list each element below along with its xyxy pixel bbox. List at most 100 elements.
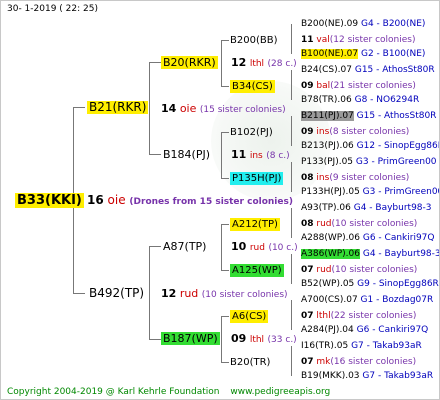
gen5-ref-14: G6 - Cankiri97Q	[356, 325, 429, 335]
connector	[221, 132, 229, 133]
gen5-ref-8: G3 - PrimGreen00	[362, 187, 440, 197]
connector	[291, 346, 292, 376]
gen4-line-1: val	[316, 35, 330, 45]
gen5-ref-11: G4 - Bayburt98-3	[362, 249, 440, 259]
gen5-name-13: A700(CS).07	[301, 295, 358, 305]
gen4-note-6: (10 sister colonies)	[331, 265, 418, 275]
gen4-info-1: 11 val(12 sister colonies)	[301, 34, 415, 47]
gen5-name-2: B100(NE).07	[301, 49, 359, 59]
gen4-year-1: 11	[301, 35, 314, 45]
gen5-name-11: A386(WP).06	[301, 249, 360, 259]
gen5-ref-15: G7 - Takab93aR	[351, 341, 422, 351]
gen4-line-2: bal	[316, 81, 331, 91]
gen5-name-10: A288(WP).06	[301, 233, 360, 243]
connector	[221, 86, 229, 87]
gen5-entry-14: A284(PJ).04 G6 - Cankiri97Q	[301, 324, 428, 337]
gen4-info-6: 07 rud(10 sister colonies)	[301, 264, 417, 277]
gen4-line-8: mk	[316, 357, 331, 367]
gen4-note-7: (22 sister colonies)	[330, 311, 417, 321]
gen4-line-6: rud	[316, 265, 332, 275]
gen4-info-5: 08 rud(10 sister colonies)	[301, 218, 417, 231]
gen2-line-2: rud	[179, 287, 199, 300]
gen5-name-16: B19(MKK).03	[301, 371, 360, 381]
gen5-entry-8: P133H(PJ).05 G3 - PrimGreen00	[301, 186, 440, 199]
gen4-info-7: 07 lthl(22 sister colonies)	[301, 310, 416, 323]
gen5-name-9: A93(TP).06	[301, 203, 351, 213]
gen5-name-6: B213(PJ).06	[301, 141, 354, 151]
gen5-name-14: A284(PJ).04	[301, 325, 354, 335]
gen5-ref-10: G6 - Cankiri97Q	[362, 233, 435, 243]
connector	[291, 116, 292, 146]
connector	[221, 224, 222, 270]
root-line: oie	[107, 193, 126, 207]
gen3-note-3: (10 c.)	[268, 243, 298, 253]
connector	[149, 62, 161, 63]
connector	[73, 293, 85, 294]
copyright-text: Copyright 2004-2019 @ Karl Kehrle Founda…	[7, 387, 220, 397]
gen2-year-2: 12	[161, 287, 177, 300]
gen2-info-1: 14 oie (15 sister colonies)	[161, 102, 286, 117]
root-year: 16	[87, 193, 104, 207]
gen4-note-1: (12 sister colonies)	[329, 35, 416, 45]
gen4-info-8: 07 mk(16 sister colonies)	[301, 356, 416, 369]
connector	[221, 40, 222, 86]
gen4-queen-4: P135H(PJ)	[230, 172, 284, 185]
gen5-name-15: I16(TR).05	[301, 341, 349, 351]
gen4-queen-8: B20(TR)	[230, 357, 271, 368]
gen3-note-1: (28 c.)	[267, 59, 297, 69]
gen5-name-7: P133(PJ).05	[301, 157, 354, 167]
gen4-line-4: ins	[316, 173, 330, 183]
gen2-year-1: 14	[161, 102, 177, 115]
connector	[221, 224, 229, 225]
gen2-note-1: (15 sister colonies)	[199, 105, 286, 115]
gen5-name-3: B24(CS).07	[301, 65, 352, 75]
gen4-queen-2: B34(CS)	[230, 80, 275, 93]
gen4-year-6: 07	[301, 265, 314, 275]
gen5-entry-12: B52(WP).05 G9 - SinopEgg86R	[301, 278, 439, 291]
gen5-ref-1: G4 - B200(NE)	[360, 19, 426, 29]
gen5-ref-7: G3 - PrimGreen00	[355, 157, 437, 167]
gen5-entry-5: B211(PJ).07 G15 - AthosSt80R	[301, 110, 436, 123]
connector	[291, 24, 292, 54]
connector	[149, 62, 150, 154]
gen3-line-3: rud	[249, 243, 265, 253]
gen5-ref-3: G15 - AthosSt80R	[354, 65, 435, 75]
gen5-ref-6: G12 - SinopEgg86R	[356, 141, 440, 151]
gen3-note-2: (8 c.)	[266, 151, 290, 161]
connector	[221, 316, 229, 317]
gen4-queen-6: A125(WP)	[230, 264, 284, 277]
gen4-year-5: 08	[301, 219, 314, 229]
gen4-note-8: (16 sister colonies)	[330, 357, 417, 367]
gen3-info-3: 10 rud (10 c.)	[231, 240, 298, 255]
gen4-note-5: (10 sister colonies)	[331, 219, 418, 229]
gen5-entry-6: B213(PJ).06 G12 - SinopEgg86R	[301, 140, 440, 153]
connector	[291, 162, 292, 192]
gen4-note-4: (9 sister colonies)	[329, 173, 410, 183]
site-link[interactable]: www.pedigreeapis.org	[230, 387, 330, 397]
connector	[221, 132, 222, 178]
gen5-entry-3: B24(CS).07 G15 - AthosSt80R	[301, 64, 435, 77]
gen5-name-8: P133H(PJ).05	[301, 187, 360, 197]
gen5-entry-16: B19(MKK).03 G7 - Takab93aR	[301, 370, 433, 383]
connector	[291, 208, 292, 238]
connector	[291, 70, 292, 100]
gen4-year-4: 08	[301, 173, 314, 183]
root-note: (Drones from 15 sister colonies)	[129, 197, 293, 207]
gen4-queen-7: A6(CS)	[230, 310, 269, 323]
gen5-ref-16: G7 - Takab93aR	[362, 371, 434, 381]
gen3-note-4: (33 c.)	[267, 335, 297, 345]
gen5-entry-2: B100(NE).07 G2 - B100(NE)	[301, 48, 425, 61]
gen5-entry-15: I16(TR).05 G7 - Takab93aR	[301, 340, 422, 353]
gen4-year-8: 07	[301, 357, 314, 367]
gen3-queen-1: B20(RKR)	[161, 56, 218, 69]
gen5-entry-4: B78(TR).06 G8 - NO6294R	[301, 94, 419, 107]
gen3-line-4: lthl	[249, 335, 265, 345]
gen3-info-4: 09 lthl (33 c.)	[231, 332, 297, 347]
root-queen: B33(KKI)	[15, 193, 84, 208]
gen3-queen-2: B184(PJ)	[163, 148, 211, 161]
gen5-entry-11: A386(WP).06 G4 - Bayburt98-3	[301, 248, 440, 261]
pedigree-chart: 30- 1-2019 ( 22: 25) B33(KKI) 16 oie (Dr…	[0, 0, 440, 400]
gen4-queen-3: B102(PJ)	[230, 127, 273, 138]
gen3-year-1: 12	[231, 56, 247, 69]
gen5-ref-12: G9 - SinopEgg86R	[357, 279, 439, 289]
